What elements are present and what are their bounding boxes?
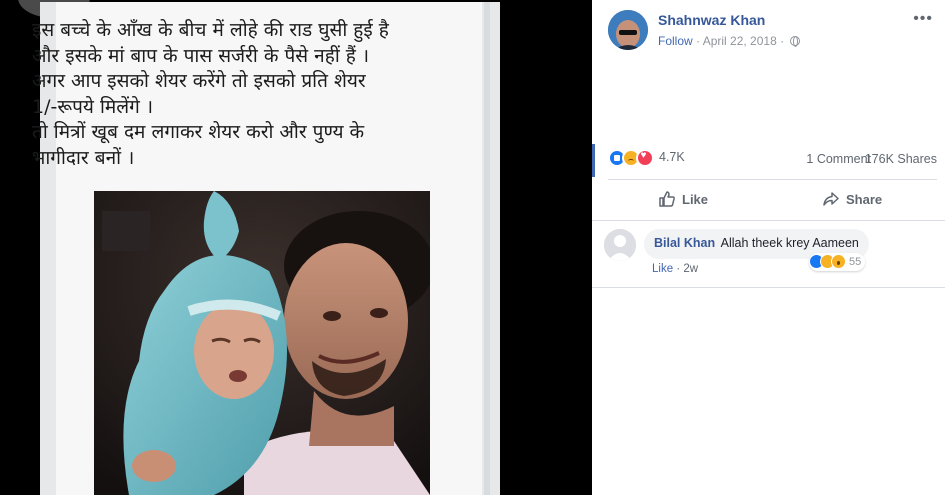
share-button[interactable]: Share — [822, 182, 882, 218]
man-holding-child-photo — [94, 191, 430, 495]
hindi-line: तो मित्रों खूब दम लगाकर शेयर करो और पुण्… — [32, 121, 365, 143]
hindi-line: और इसके मां बाप के पास सर्जरी के पैसे नह… — [32, 44, 370, 67]
hindi-line: भागीदार बनों । — [32, 146, 135, 169]
wow-reaction-icon — [831, 254, 846, 269]
comment-actions: Like · 2w — [652, 263, 698, 275]
hindi-line: अगर आप इसको शेयर करेंगे तो इसको प्रति शे… — [32, 70, 366, 92]
comment-item: Bilal Khan Allah theek krey Aameen 55 Li… — [604, 229, 939, 281]
comment-age[interactable]: 2w — [683, 263, 698, 275]
reaction-count[interactable]: 4.7K — [659, 150, 685, 164]
comment-separator: · — [676, 263, 681, 275]
focus-accent-bar — [592, 144, 595, 177]
avatar-image — [608, 10, 648, 50]
author-avatar[interactable] — [608, 10, 648, 50]
hindi-message: इस बच्चे के आँख के बीच में लोहे की राड घ… — [32, 18, 442, 171]
post-date[interactable]: April 22, 2018 — [703, 34, 777, 48]
post-header: Shahnwaz Khan Follow · April 22, 2018 · … — [592, 0, 945, 60]
like-label: Like — [682, 192, 709, 207]
divider — [608, 179, 937, 180]
divider — [592, 220, 945, 221]
divider — [592, 287, 945, 288]
meta-separator: · — [696, 34, 701, 48]
default-user-icon — [604, 229, 636, 261]
comment-like-link[interactable]: Like — [652, 263, 673, 275]
more-options-icon[interactable]: ••• — [913, 10, 933, 28]
share-label: Share — [846, 192, 883, 207]
shares-count[interactable]: 176K Shares — [865, 152, 937, 166]
like-button[interactable]: Like — [658, 182, 708, 218]
post-actions: Like Share — [592, 182, 945, 218]
post-meta: Follow · April 22, 2018 · — [658, 34, 801, 48]
post-side-panel: Shahnwaz Khan Follow · April 22, 2018 · … — [592, 0, 945, 495]
reaction-icons[interactable] — [608, 149, 662, 167]
hindi-line: इस बच्चे के आँख के बीच में लोहे की राड घ… — [32, 19, 389, 41]
commenter-avatar[interactable] — [604, 229, 636, 261]
thumbs-up-icon — [659, 191, 675, 207]
comment-text: Allah theek krey Aameen — [720, 236, 859, 250]
hindi-line: 1/-रूपये मिलेंगे । — [32, 95, 154, 118]
photo-illustration — [94, 191, 430, 495]
author-name[interactable]: Shahnwaz Khan — [658, 12, 765, 28]
post-photo[interactable]: इस बच्चे के आँख के बीच में लोहे की राड घ… — [0, 0, 592, 495]
comment-reaction-count: 55 — [849, 256, 862, 268]
reactions-summary: 4.7K 1 Comment 176K Shares — [608, 146, 937, 170]
follow-link[interactable]: Follow — [658, 34, 693, 48]
globe-icon — [790, 36, 801, 47]
meta-separator: · — [780, 34, 785, 48]
share-arrow-icon — [823, 192, 839, 206]
comment-reactions[interactable]: 55 — [809, 253, 866, 271]
love-reaction-icon — [636, 149, 654, 167]
comments-count[interactable]: 1 Comment — [806, 152, 871, 166]
commenter-name[interactable]: Bilal Khan — [654, 236, 715, 250]
